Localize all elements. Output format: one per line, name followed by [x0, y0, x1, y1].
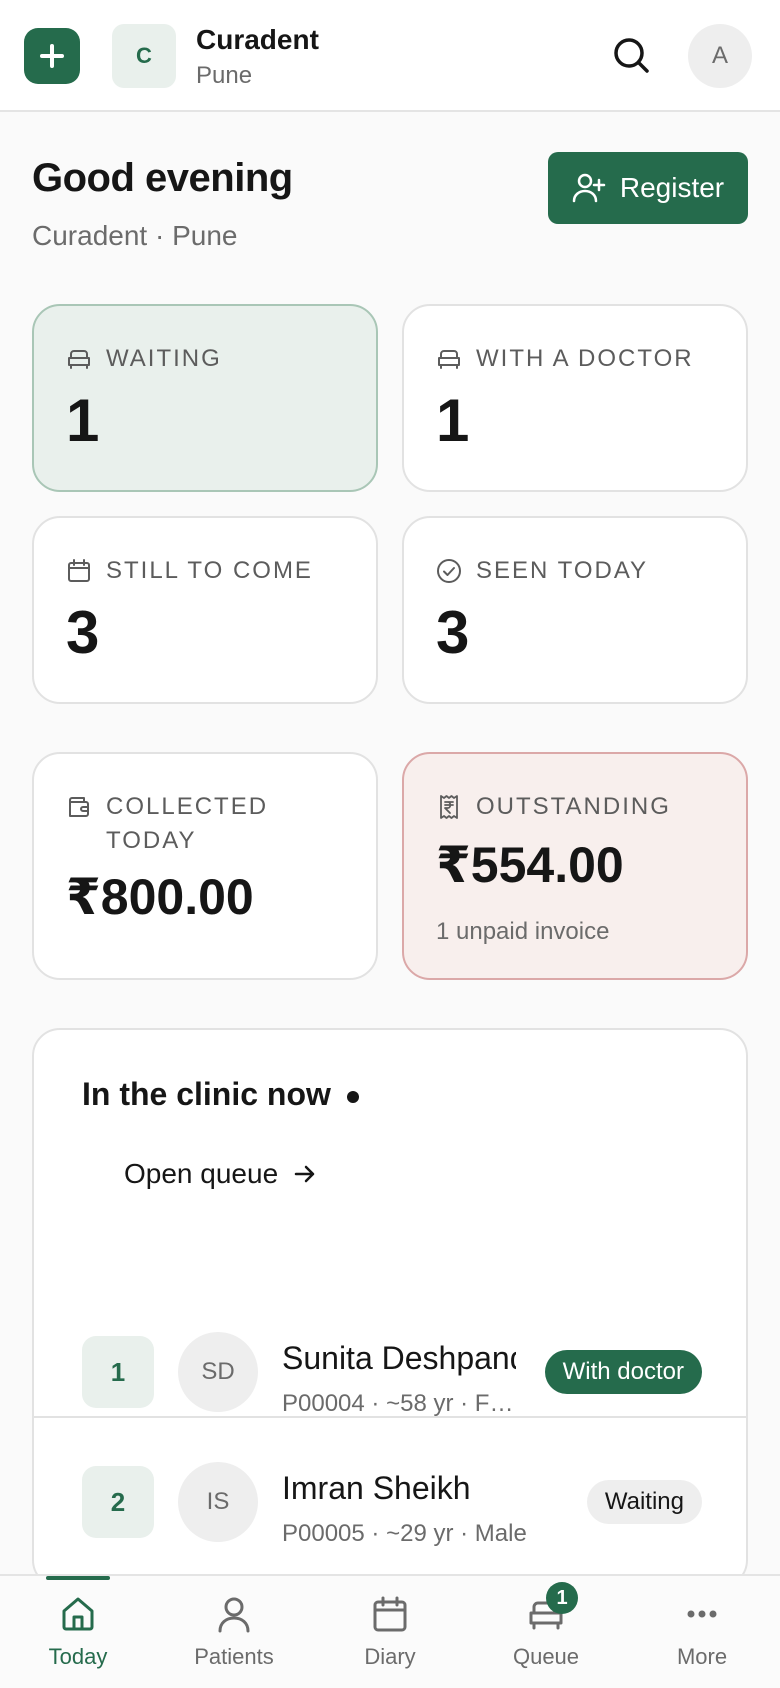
patient-name: Imran Sheikh: [282, 1470, 471, 1506]
sofa-icon: [68, 350, 90, 369]
receipt-rupee-icon: [440, 795, 458, 819]
token-number: 2: [82, 1466, 154, 1538]
still-to-come-label-row: STILL TO COME: [66, 554, 313, 588]
nav-item-more[interactable]: More: [624, 1576, 780, 1688]
search-button[interactable]: [608, 32, 656, 80]
outstanding-label-row: OUTSTANDING: [436, 790, 671, 824]
still-to-come-card[interactable]: STILL TO COME 3: [32, 516, 378, 704]
unpaid-invoice-note: 1 unpaid invoice: [436, 918, 610, 945]
greeting-subtitle: Curadent · Pune: [32, 220, 238, 251]
app-header: C Curadent Pune A: [0, 0, 780, 112]
patient-meta: P00005 · ~29 yr · Male: [282, 1520, 527, 1547]
sofa-icon: [438, 350, 460, 369]
open-queue-label: Open queue: [124, 1158, 279, 1189]
clinic-now-title-row: In the clinic now: [82, 1076, 359, 1113]
outstanding-card[interactable]: OUTSTANDING ₹554.00 1 unpaid invoice: [402, 752, 748, 980]
nav-label: Queue: [512, 1644, 580, 1669]
waiting-label: WAITING: [106, 345, 222, 372]
search-icon: [614, 38, 649, 73]
plus-icon: [40, 44, 64, 68]
with-doctor-label-row: WITH A DOCTOR: [436, 342, 694, 376]
collected-label-line2: TODAY: [106, 827, 197, 854]
nav-item-diary[interactable]: Diary: [312, 1576, 468, 1688]
active-indicator: [46, 1576, 110, 1580]
collected-amount: ₹800.00: [66, 869, 254, 925]
nav-label: Patients: [194, 1644, 274, 1669]
register-label: Register: [619, 172, 725, 203]
status-badge: With doctor: [544, 1350, 702, 1394]
queue-row[interactable]: 2 IS Imran Sheikh P00005 · ~29 yr · Male…: [34, 1418, 746, 1548]
live-dot-icon: [346, 1090, 359, 1103]
patient-meta: P00004 · ~58 yr · Female: [282, 1390, 516, 1417]
collected-today-card[interactable]: COLLECTED TODAY ₹800.00: [32, 752, 378, 980]
nav-item-today[interactable]: Today: [0, 1576, 156, 1688]
queue-row[interactable]: 1 SD Sunita Deshpande P00004 · ~58 yr · …: [34, 1288, 746, 1418]
outstanding-amount: ₹554.00: [436, 837, 624, 893]
add-user-icon: [572, 173, 606, 203]
with-doctor-count: 1: [436, 387, 470, 454]
nav-item-patients[interactable]: Patients: [156, 1576, 312, 1688]
wallet-icon: [69, 797, 89, 817]
nav-label: More: [676, 1644, 728, 1669]
quick-add-button[interactable]: [24, 28, 80, 84]
patient-name: Sunita Deshpande: [282, 1340, 516, 1376]
patient-avatar: SD: [178, 1332, 258, 1412]
status-badge: Waiting: [586, 1480, 702, 1524]
with-doctor-label: WITH A DOCTOR: [476, 345, 694, 372]
check-circle-icon: [437, 559, 461, 583]
calendar-icon: [373, 1596, 407, 1632]
greeting-title: Good evening: [32, 156, 293, 200]
clinic-name[interactable]: Curadent: [196, 24, 319, 56]
user-avatar[interactable]: A: [688, 24, 752, 88]
open-queue-link[interactable]: Open queue: [124, 1158, 318, 1190]
clinic-now-panel: In the clinic now Open queue 1 SD Sunita…: [32, 1028, 748, 1588]
clinic-logo[interactable]: C: [112, 24, 176, 88]
more-dots-icon: [687, 1610, 717, 1618]
waiting-card[interactable]: WAITING 1: [32, 304, 378, 492]
clinic-now-title: In the clinic now: [82, 1076, 331, 1112]
collected-label-row: COLLECTED TODAY: [66, 790, 268, 858]
calendar-icon: [68, 559, 90, 582]
bottom-navigation: Today Patients Diary 1 Queue More: [0, 1574, 780, 1688]
home-icon: [62, 1597, 94, 1631]
register-patient-button[interactable]: Register: [548, 152, 748, 224]
seen-today-label: SEEN TODAY: [476, 557, 649, 584]
nav-label: Today: [48, 1644, 108, 1669]
collected-label: COLLECTED TODAY: [106, 790, 268, 858]
token-number: 1: [82, 1336, 154, 1408]
person-icon: [218, 1597, 250, 1633]
arrow-right-icon: [294, 1165, 315, 1183]
waiting-count: 1: [66, 387, 100, 454]
queue-count-badge: 1: [546, 1582, 578, 1614]
nav-item-queue[interactable]: 1 Queue: [468, 1576, 624, 1688]
seen-today-count: 3: [436, 599, 470, 666]
nav-label: Diary: [364, 1644, 416, 1669]
seen-today-label-row: SEEN TODAY: [436, 554, 648, 588]
waiting-label-row: WAITING: [66, 342, 222, 376]
still-to-come-count: 3: [66, 599, 100, 666]
seen-today-card[interactable]: SEEN TODAY 3: [402, 516, 748, 704]
clinic-city: Pune: [196, 62, 253, 89]
outstanding-label: OUTSTANDING: [476, 793, 671, 820]
still-to-come-label: STILL TO COME: [106, 557, 313, 584]
patient-avatar: IS: [178, 1462, 258, 1542]
collected-label-line1: COLLECTED: [106, 793, 269, 820]
with-doctor-card[interactable]: WITH A DOCTOR 1: [402, 304, 748, 492]
